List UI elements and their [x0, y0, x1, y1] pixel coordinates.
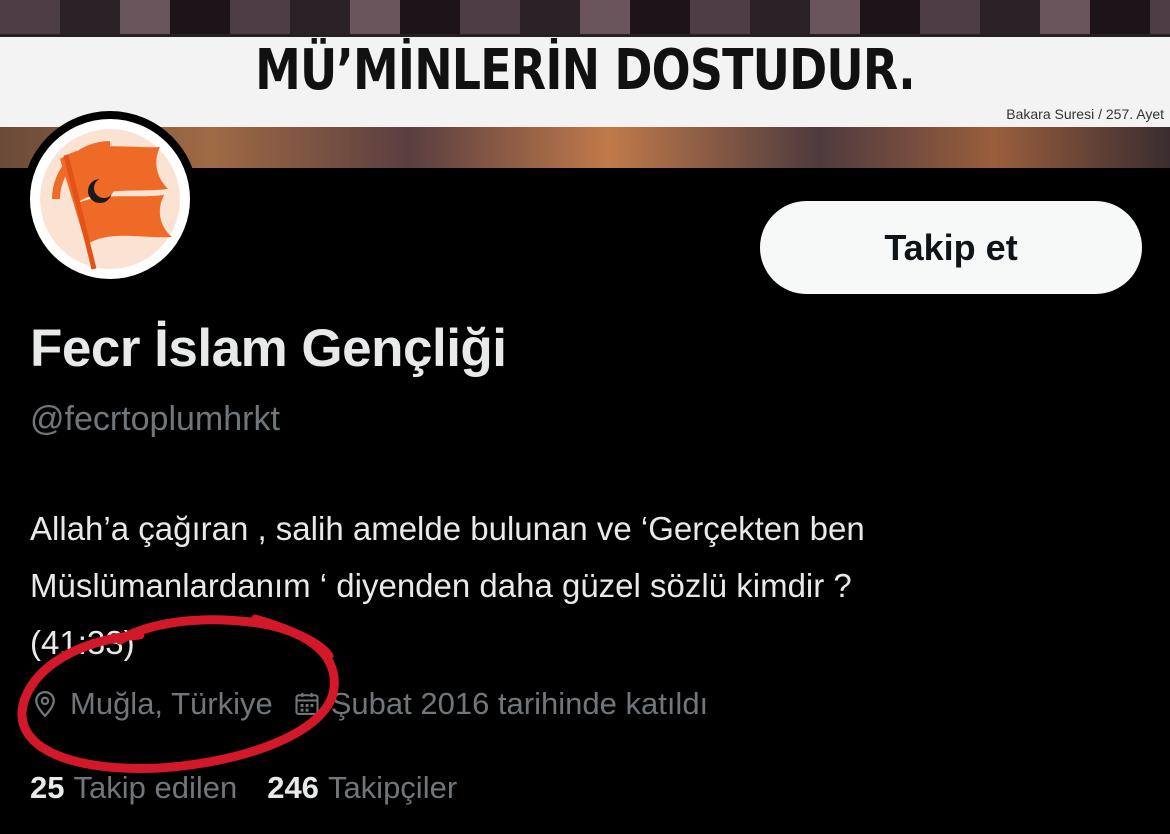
- location-item: Muğla, Türkiye: [30, 686, 273, 722]
- bio-line: Allah’a çağıran , salih amelde bulunan v…: [30, 510, 865, 547]
- banner-artwork: [0, 0, 1170, 34]
- following-label: Takip edilen: [73, 770, 238, 805]
- bio-line: Müslümanlardanım ‘ diyenden daha güzel s…: [30, 567, 852, 604]
- banner-headline: MÜ’MİNLERİN DOSTUDUR.: [255, 38, 916, 103]
- following-count: 25: [30, 770, 65, 805]
- following-link[interactable]: 25 Takip edilen: [30, 770, 237, 806]
- joined-text: Şubat 2016 tarihinde katıldı: [330, 686, 709, 721]
- calendar-icon: [295, 692, 319, 715]
- bio-line: (41:33): [30, 624, 135, 661]
- followers-label: Takipçiler: [327, 770, 458, 805]
- avatar[interactable]: [22, 111, 198, 287]
- location-pin-icon: [35, 690, 55, 718]
- profile-bio: Allah’a çağıran , salih amelde bulunan v…: [30, 500, 1090, 671]
- profile-stats: 25 Takip edilen 246 Takipçiler: [30, 770, 487, 806]
- follow-button[interactable]: Takip et: [760, 201, 1142, 294]
- profile-display-name: Fecr İslam Gençliği: [30, 319, 507, 378]
- location-text: Muğla, Türkiye: [70, 686, 273, 721]
- followers-count: 246: [267, 770, 319, 805]
- banner-source: Bakara Suresi / 257. Ayet: [1006, 106, 1164, 122]
- profile-handle: @fecrtoplumhrkt: [30, 400, 280, 438]
- followers-link[interactable]: 246 Takipçiler: [267, 770, 457, 806]
- flag-crescent-logo-icon: [40, 129, 180, 270]
- profile-meta: Muğla, Türkiye Şubat 2016 tarihinde katı…: [30, 682, 728, 726]
- joined-item: Şubat 2016 tarihinde katıldı: [293, 686, 708, 722]
